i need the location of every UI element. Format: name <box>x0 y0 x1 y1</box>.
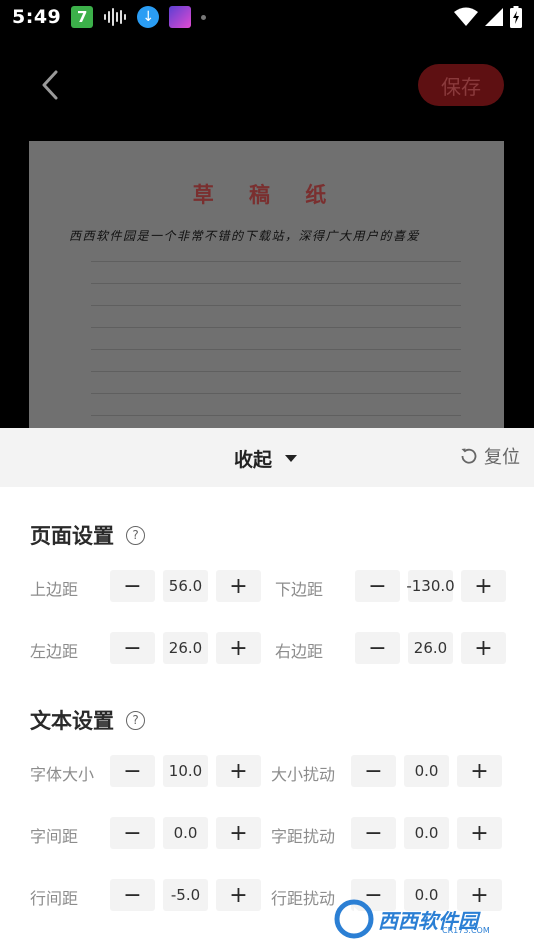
right-margin-stepper: − 26.0 + <box>355 632 506 664</box>
settings-row: 左边距 − 26.0 + 右边距 − 26.0 + <box>0 632 534 666</box>
battery-icon <box>510 6 522 28</box>
size-jitter-label: 大小扰动 <box>271 765 336 784</box>
bottom-margin-label: 下边距 <box>275 580 324 599</box>
minus-button[interactable]: − <box>351 817 396 849</box>
help-icon[interactable]: ? <box>126 710 145 730</box>
font-size-stepper: − 10.0 + <box>110 755 261 787</box>
font-size-value[interactable]: 10.0 <box>163 755 208 787</box>
minus-button[interactable]: − <box>355 632 400 664</box>
minus-button[interactable]: − <box>351 755 396 787</box>
plus-button[interactable]: + <box>457 755 502 787</box>
plus-button[interactable]: + <box>216 632 261 664</box>
plus-button[interactable]: + <box>216 755 261 787</box>
line-jitter-label: 行距扰动 <box>271 889 336 908</box>
minus-button[interactable]: − <box>110 755 155 787</box>
reset-button[interactable]: 复位 <box>460 443 520 469</box>
ruled-line <box>91 415 461 416</box>
right-margin-value[interactable]: 26.0 <box>408 632 453 664</box>
plus-button[interactable]: + <box>216 570 261 602</box>
letter-spacing-value[interactable]: 0.0 <box>163 817 208 849</box>
spacing-jitter-stepper: − 0.0 + <box>351 817 502 849</box>
left-margin-label: 左边距 <box>30 642 79 661</box>
status-bar: 5:49 7 ↓ <box>0 0 534 34</box>
bottom-margin-stepper: − -130.0 + <box>355 570 506 602</box>
reset-icon <box>461 448 477 464</box>
download-icon: ↓ <box>137 6 160 28</box>
spacing-jitter-value[interactable]: 0.0 <box>404 817 449 849</box>
minus-button[interactable]: − <box>110 570 155 602</box>
ruled-line <box>91 349 461 350</box>
draft-paper-preview: 草 稿 纸 西西软件园是一个非常不错的下载站，深得广大用户的喜爱 <box>29 141 504 431</box>
collapse-label: 收起 <box>234 448 273 471</box>
left-margin-value[interactable]: 26.0 <box>163 632 208 664</box>
settings-row: 上边距 − 56.0 + 下边距 − -130.0 + <box>0 570 534 604</box>
line-spacing-value[interactable]: -5.0 <box>163 879 208 911</box>
site-watermark: 西西软件园 CR173.COM <box>334 896 516 942</box>
plus-button[interactable]: + <box>461 570 506 602</box>
left-margin-stepper: − 26.0 + <box>110 632 261 664</box>
minus-button[interactable]: − <box>110 632 155 664</box>
game-app-icon <box>169 6 192 28</box>
status-time: 5:49 <box>12 6 62 28</box>
paper-title: 草 稿 纸 <box>192 182 341 207</box>
panel-header: 收起 复位 <box>0 428 534 487</box>
more-notifications-icon <box>201 14 207 20</box>
page-settings-title: 页面设置 ? <box>30 520 145 550</box>
top-margin-value[interactable]: 56.0 <box>163 570 208 602</box>
top-margin-label: 上边距 <box>30 580 79 599</box>
back-button[interactable] <box>36 68 66 102</box>
caret-down-icon <box>285 455 298 462</box>
system-icons <box>454 6 522 28</box>
plus-button[interactable]: + <box>216 817 261 849</box>
line-spacing-stepper: − -5.0 + <box>110 879 261 911</box>
watermark-logo-icon <box>334 899 374 939</box>
watermark-subtext: CR173.COM <box>442 926 490 935</box>
bottom-margin-value[interactable]: -130.0 <box>406 570 455 602</box>
reset-label: 复位 <box>484 447 520 468</box>
top-app-bar: 保存 <box>0 34 534 138</box>
plus-button[interactable]: + <box>216 879 261 911</box>
font-size-label: 字体大小 <box>30 765 95 784</box>
size-jitter-stepper: − 0.0 + <box>351 755 502 787</box>
notification-icons: 7 ↓ <box>71 6 207 28</box>
signal-icon <box>485 8 503 26</box>
minus-button[interactable]: − <box>110 879 155 911</box>
ruled-line <box>91 283 461 284</box>
paper-handwriting-text: 西西软件园是一个非常不错的下载站，深得广大用户的喜爱 <box>69 229 421 243</box>
app-notification-icon: 7 <box>71 6 94 28</box>
settings-row: 字体大小 − 10.0 + 大小扰动 − 0.0 + <box>0 755 534 789</box>
top-margin-stepper: − 56.0 + <box>110 570 261 602</box>
text-settings-title: 文本设置 ? <box>30 705 145 735</box>
ruled-line <box>91 261 461 262</box>
settings-row: 字间距 − 0.0 + 字距扰动 − 0.0 + <box>0 817 534 851</box>
help-icon[interactable]: ? <box>126 525 145 545</box>
save-button[interactable]: 保存 <box>418 64 504 106</box>
spacing-jitter-label: 字距扰动 <box>271 827 336 846</box>
plus-button[interactable]: + <box>461 632 506 664</box>
ruled-line <box>91 305 461 306</box>
wifi-icon <box>454 7 478 26</box>
chevron-left-icon <box>42 70 58 100</box>
audio-wave-icon <box>104 8 127 26</box>
plus-button[interactable]: + <box>457 817 502 849</box>
collapse-button[interactable]: 收起 <box>234 443 298 473</box>
settings-panel: 收起 复位 页面设置 ? 上边距 − 56.0 + 下边距 − -130.0 + <box>0 428 534 950</box>
letter-spacing-stepper: − 0.0 + <box>110 817 261 849</box>
ruled-line <box>91 393 461 394</box>
line-spacing-label: 行间距 <box>30 889 79 908</box>
right-margin-label: 右边距 <box>275 642 324 661</box>
size-jitter-value[interactable]: 0.0 <box>404 755 449 787</box>
minus-button[interactable]: − <box>110 817 155 849</box>
ruled-line <box>91 327 461 328</box>
ruled-line <box>91 371 461 372</box>
minus-button[interactable]: − <box>355 570 400 602</box>
letter-spacing-label: 字间距 <box>30 827 79 846</box>
